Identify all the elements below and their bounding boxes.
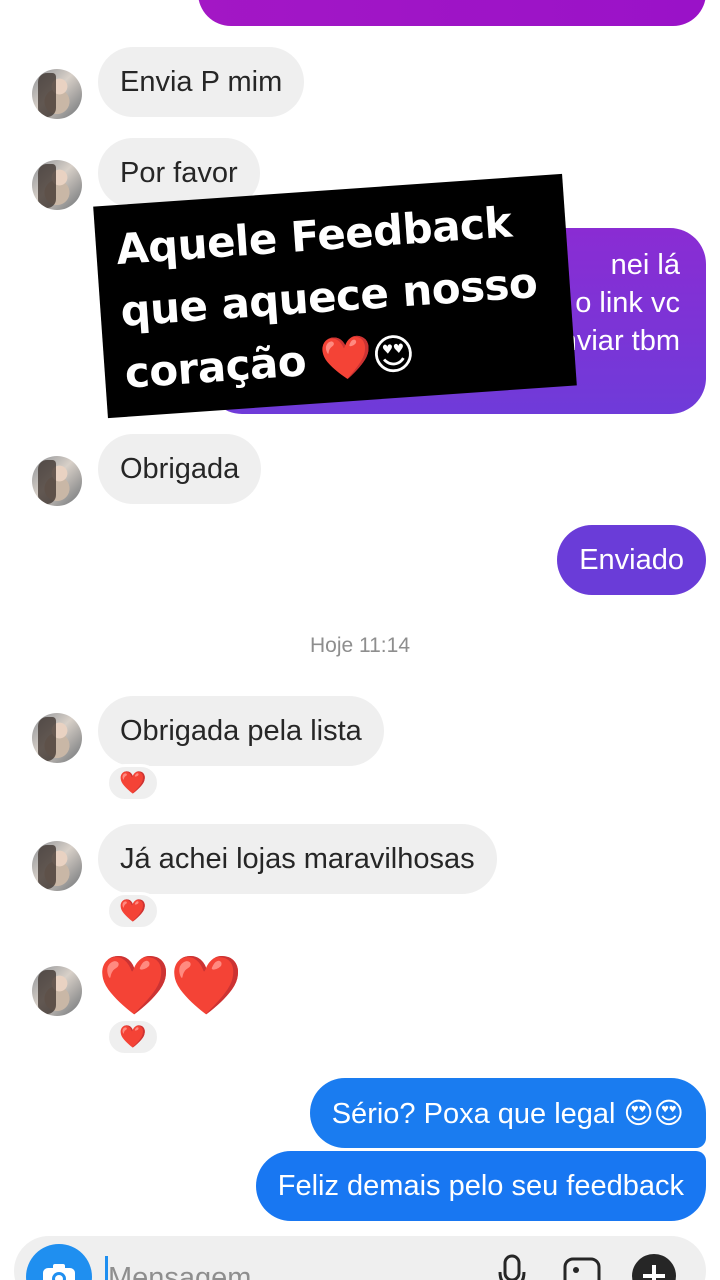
- message-text: Envia P mim: [120, 65, 283, 98]
- message-text: Por favor: [120, 156, 238, 189]
- heart-icon: ❤️: [119, 898, 147, 923]
- incoming-message[interactable]: Já achei lojas maravilhosas: [98, 824, 497, 894]
- message-text: Obrigada pela lista: [120, 714, 362, 747]
- heart-emoji-text: ❤️❤️: [98, 953, 243, 1018]
- heart-reaction[interactable]: ❤️: [106, 764, 160, 802]
- incoming-message[interactable]: Obrigada pela lista: [98, 696, 384, 766]
- contact-avatar[interactable]: [32, 713, 82, 763]
- message-input[interactable]: Mensagem...: [108, 1262, 276, 1280]
- camera-icon: [43, 1264, 75, 1280]
- outgoing-message[interactable]: Sério? Poxa que legal 😍😍: [309, 1078, 706, 1148]
- message-text: Sério? Poxa que legal 😍😍: [331, 1097, 684, 1130]
- contact-avatar[interactable]: [32, 69, 82, 119]
- outgoing-message[interactable]: Enviado: [557, 525, 706, 595]
- gallery-icon: [563, 1257, 601, 1280]
- message-text: Obrigada: [120, 452, 240, 485]
- incoming-message[interactable]: Envia P mim: [98, 47, 305, 117]
- microphone-icon: [498, 1254, 526, 1280]
- incoming-message[interactable]: Obrigada: [98, 434, 262, 504]
- contact-avatar[interactable]: [32, 160, 82, 210]
- message-text: Já achei lojas maravilhosas: [120, 842, 475, 875]
- outgoing-message[interactable]: Feliz demais pelo seu feedback: [255, 1151, 706, 1221]
- microphone-button[interactable]: [496, 1254, 528, 1280]
- outgoing-bubble-partial-top: [198, 0, 706, 26]
- more-options-button[interactable]: [632, 1254, 676, 1280]
- gallery-button[interactable]: [562, 1256, 602, 1280]
- contact-avatar[interactable]: [32, 841, 82, 891]
- message-text: Enviado: [579, 543, 684, 576]
- heart-icon: ❤️: [119, 770, 147, 795]
- emoji-message[interactable]: ❤️❤️: [98, 950, 242, 1022]
- heart-reaction[interactable]: ❤️: [106, 892, 160, 930]
- caption-overlay: Aquele Feedback que aquece nosso coração…: [93, 173, 577, 419]
- contact-avatar[interactable]: [32, 966, 82, 1016]
- heart-reaction[interactable]: ❤️: [106, 1018, 160, 1056]
- contact-avatar[interactable]: [32, 456, 82, 506]
- timestamp-divider: Hoje 11:14: [309, 634, 411, 657]
- message-text: Feliz demais pelo seu feedback: [277, 1169, 684, 1202]
- heart-icon: ❤️: [119, 1024, 147, 1049]
- plus-icon: [643, 1265, 665, 1280]
